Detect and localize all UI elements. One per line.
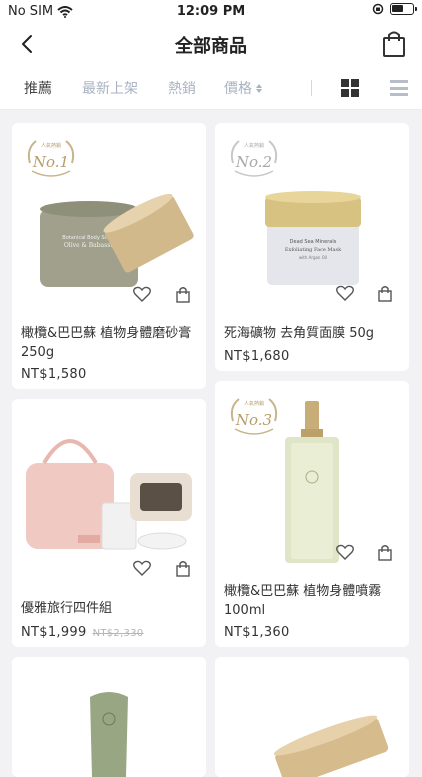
- nav-bar: 全部商品: [0, 22, 422, 66]
- product-price: NT$1,580: [21, 367, 87, 382]
- heart-icon[interactable]: [133, 560, 151, 576]
- divider: [311, 80, 312, 96]
- orientation-lock-icon: [372, 3, 384, 15]
- product-card[interactable]: Dead Sea Minerals Exfoliating Face Mask …: [215, 123, 409, 371]
- cart-icon[interactable]: [175, 560, 191, 577]
- product-price: NT$1,999: [21, 625, 87, 640]
- badge-top-text: 人氣熱銷: [244, 400, 264, 407]
- product-card[interactable]: Botanical Body Scrub Olive & Babassu 人氣熱…: [12, 123, 206, 389]
- status-right: [372, 3, 417, 15]
- shopping-bag-icon[interactable]: [378, 28, 410, 60]
- jar-label-line2: Olive & Babassu: [64, 242, 114, 249]
- product-card[interactable]: 人氣熱銷 No.3 橄欖&巴巴蘇 植物身體噴霧 100ml NT$1,360: [215, 381, 409, 647]
- status-time: 12:09 PM: [176, 4, 246, 19]
- badge-rank-text: No.2: [235, 153, 272, 171]
- product-card[interactable]: 優雅旅行四件組 NT$1,999 NT$2,330: [12, 399, 206, 647]
- heart-icon[interactable]: [336, 285, 354, 301]
- heart-icon[interactable]: [336, 544, 354, 560]
- tab-price-label: 價格: [224, 81, 252, 97]
- tab-newest[interactable]: 最新上架: [82, 78, 138, 98]
- cart-icon[interactable]: [377, 544, 393, 561]
- product-original-price: NT$2,330: [92, 628, 144, 639]
- ranking-badge: 人氣熱銷 No.3: [230, 398, 278, 435]
- list-view-icon[interactable]: [390, 80, 408, 96]
- jar-label-line2: Exfoliating Face Mask: [285, 247, 342, 253]
- sort-arrows-icon: [256, 83, 262, 93]
- product-price-row: NT$1,999 NT$2,330: [21, 625, 144, 640]
- product-card[interactable]: [215, 657, 409, 777]
- jar-label-line3: with Argan Oil: [299, 255, 327, 260]
- product-price: NT$1,360: [224, 625, 290, 640]
- product-card[interactable]: [12, 657, 206, 777]
- product-price: NT$1,680: [224, 349, 290, 364]
- product-image: [215, 657, 409, 777]
- badge-rank-text: No.3: [235, 411, 272, 429]
- heart-icon[interactable]: [133, 286, 151, 302]
- badge-top-text: 人氣熱銷: [41, 142, 61, 149]
- product-name[interactable]: 死海礦物 去角質面膜 50g: [224, 324, 404, 343]
- cart-icon[interactable]: [377, 285, 393, 302]
- filter-bar: 推薦 最新上架 熱銷 價格: [0, 66, 422, 110]
- tab-bestselling[interactable]: 熱銷: [168, 78, 196, 98]
- jar-label-line1: Dead Sea Minerals: [290, 239, 337, 245]
- product-name[interactable]: 橄欖&巴巴蘇 植物身體噴霧 100ml: [224, 582, 404, 620]
- badge-top-text: 人氣熱銷: [244, 142, 264, 149]
- status-bar: No SIM 12:09 PM: [0, 0, 422, 22]
- badge-rank-text: No.1: [32, 153, 69, 171]
- product-name[interactable]: 橄欖&巴巴蘇 植物身體磨砂膏 250g: [21, 324, 201, 362]
- product-image: [12, 657, 206, 777]
- ranking-badge: 人氣熱銷 No.2: [230, 140, 278, 177]
- ranking-badge: 人氣熱銷 No.1: [27, 140, 75, 177]
- page-title: 全部商品: [175, 36, 247, 57]
- battery-icon: [390, 3, 417, 15]
- tab-recommended[interactable]: 推薦: [24, 78, 52, 98]
- grid-view-icon[interactable]: [341, 79, 359, 97]
- tab-price[interactable]: 價格: [224, 78, 262, 98]
- product-name[interactable]: 優雅旅行四件組: [21, 599, 201, 618]
- cart-icon[interactable]: [175, 286, 191, 303]
